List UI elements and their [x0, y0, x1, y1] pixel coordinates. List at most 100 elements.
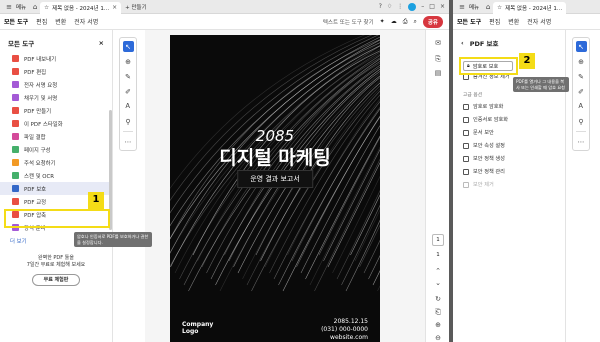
tool-item[interactable]: 전자 서명 요청: [0, 78, 112, 91]
option-icon: [463, 103, 469, 110]
search-icon[interactable]: ⌕: [414, 18, 417, 26]
advanced-option[interactable]: 보안 정책 관리: [453, 165, 565, 178]
option-label: 인증서로 암호화: [473, 117, 509, 123]
share-button[interactable]: 공유: [422, 15, 443, 28]
more-tools-icon[interactable]: ⋯: [123, 136, 134, 147]
tool-label: PDF 내보내기: [24, 56, 57, 63]
close-panel-icon[interactable]: ×: [99, 39, 104, 47]
tool-item[interactable]: 페이지 구성: [0, 143, 112, 156]
ai-icon[interactable]: ✦: [380, 18, 385, 25]
tool-icon: [12, 172, 19, 179]
more-tools-icon[interactable]: ⋯: [576, 136, 587, 147]
tool-item[interactable]: 스캔 및 OCR: [0, 169, 112, 182]
minimize-icon[interactable]: –: [421, 3, 424, 10]
advanced-option[interactable]: 문서 보안: [453, 126, 565, 139]
tool-item[interactable]: PDF 내보내기: [0, 52, 112, 65]
help-icon[interactable]: ?: [379, 3, 382, 10]
tool-label: PDF 만들기: [24, 108, 52, 115]
menu-edit[interactable]: 편집: [32, 17, 51, 26]
light-streak: [359, 224, 380, 268]
free-trial-button[interactable]: 무료 체험판: [32, 274, 80, 286]
tool-item[interactable]: 채우기 및 서명: [0, 91, 112, 104]
menu-all-tools[interactable]: 모든 도구: [0, 17, 32, 26]
maximize-icon[interactable]: □: [429, 3, 435, 10]
page-total: 1: [436, 252, 440, 258]
highlight-tool-icon[interactable]: ✐: [123, 86, 134, 97]
tool-item[interactable]: 주석 요청하기: [0, 156, 112, 169]
toolbar-divider: [576, 131, 586, 132]
scroll-down-icon[interactable]: ⌄: [433, 278, 443, 288]
advanced-option[interactable]: 암호로 암호화: [453, 100, 565, 113]
tool-icon: [12, 146, 19, 153]
text-tool-icon[interactable]: Ꭺ: [123, 101, 134, 112]
pages-icon[interactable]: ▤: [433, 68, 443, 78]
page-number[interactable]: 1: [432, 234, 444, 246]
tool-item[interactable]: 파일 결합: [0, 130, 112, 143]
menu-bar: 모든 도구 편집 변환 전자 서명: [453, 14, 600, 30]
menu-button[interactable]: ≡ 메뉴: [453, 2, 483, 12]
comment-icon[interactable]: ✉: [433, 38, 443, 48]
advanced-option[interactable]: 보안 속성 설정: [453, 139, 565, 152]
zoom-tool-icon[interactable]: ⊕: [576, 56, 587, 67]
tool-icon: [12, 107, 19, 114]
stamp-tool-icon[interactable]: ⚲: [123, 116, 134, 127]
promo-line-2: 7일간 무료로 체험해 보세요: [26, 262, 86, 268]
menu-edit[interactable]: 편집: [485, 17, 504, 26]
text-tool-icon[interactable]: Ꭺ: [576, 101, 587, 112]
menu-all-tools[interactable]: 모든 도구: [453, 17, 485, 26]
tool-label: 스캔 및 OCR: [24, 173, 55, 180]
tool-label: 이 PDF 스타일화: [24, 121, 63, 128]
menu-esign[interactable]: 전자 서명: [70, 17, 102, 26]
back-icon[interactable]: ‹: [461, 39, 464, 47]
zoom-in-icon[interactable]: ⊕: [433, 320, 443, 330]
option-icon: [463, 168, 469, 175]
print-icon[interactable]: ⎙: [403, 18, 408, 26]
advanced-option[interactable]: 인증서로 암호화: [453, 113, 565, 126]
new-tab-button[interactable]: + 만들기: [121, 3, 151, 11]
home-icon[interactable]: ⌂: [30, 2, 40, 12]
tool-label: PDF 교정: [24, 199, 47, 206]
highlight-tool-icon[interactable]: ✐: [576, 86, 587, 97]
tool-icon: [12, 94, 19, 101]
pen-tool-icon[interactable]: ✎: [123, 71, 134, 82]
pen-tool-icon[interactable]: ✎: [576, 71, 587, 82]
tool-item[interactable]: PDF 편집: [0, 65, 112, 78]
close-tab-icon[interactable]: ×: [112, 4, 117, 11]
document-tab[interactable]: ☆ 제목 없음 - 2024년 1... ×: [40, 1, 122, 14]
grid-icon[interactable]: ⋮: [397, 3, 403, 10]
cloud-upload-icon[interactable]: ☁: [391, 18, 397, 25]
stamp-tool-icon[interactable]: ⚲: [576, 116, 587, 127]
option-icon: [463, 155, 469, 162]
avatar[interactable]: [408, 2, 417, 11]
bookmark-icon[interactable]: ⎘: [433, 54, 443, 64]
save-icon[interactable]: ⎗: [433, 307, 443, 317]
select-tool-icon[interactable]: ↖: [575, 41, 587, 52]
promo-line-1: 완벽한 PDF 툴을: [38, 255, 74, 261]
zoom-tool-icon[interactable]: ⊕: [123, 56, 134, 67]
tool-icon: [12, 133, 19, 140]
document-canvas[interactable]: 2085 디지털 마케팅 운영 결과 보고서 Company Logo 2085…: [145, 30, 425, 342]
close-window-icon[interactable]: ×: [440, 3, 445, 10]
document-tab[interactable]: ☆ 제목 없음 - 2024년 1...: [493, 1, 567, 14]
doc-phone: (031) 000-0000: [321, 325, 368, 333]
tool-item[interactable]: PDF 만들기: [0, 104, 112, 117]
search-input[interactable]: 텍스트 또는 도구 찾기: [323, 18, 374, 26]
menu-convert[interactable]: 변환: [51, 17, 70, 26]
menu-convert[interactable]: 변환: [504, 17, 523, 26]
home-icon[interactable]: ⌂: [483, 2, 493, 12]
option-label: 암호로 암호화: [473, 104, 504, 110]
select-tool-icon[interactable]: ↖: [122, 41, 134, 52]
star-icon[interactable]: ☆: [497, 5, 502, 11]
menu-esign[interactable]: 전자 서명: [523, 17, 555, 26]
menu-button[interactable]: ≡ 메뉴: [0, 2, 30, 12]
tool-item[interactable]: 이 PDF 스타일화: [0, 117, 112, 130]
advanced-option[interactable]: 보안 정책 생성: [453, 152, 565, 165]
scroll-up-icon[interactable]: ⌃: [433, 266, 443, 276]
bell-icon[interactable]: ♢: [387, 3, 392, 10]
star-icon[interactable]: ☆: [44, 5, 49, 11]
zoom-out-icon[interactable]: ⊖: [433, 333, 443, 342]
step-badge-1: 1: [88, 192, 104, 209]
rotate-icon[interactable]: ↻: [433, 294, 443, 304]
window-controls: ? ♢ ⋮ – □ ×: [379, 2, 449, 11]
tool-icon: [12, 198, 19, 205]
